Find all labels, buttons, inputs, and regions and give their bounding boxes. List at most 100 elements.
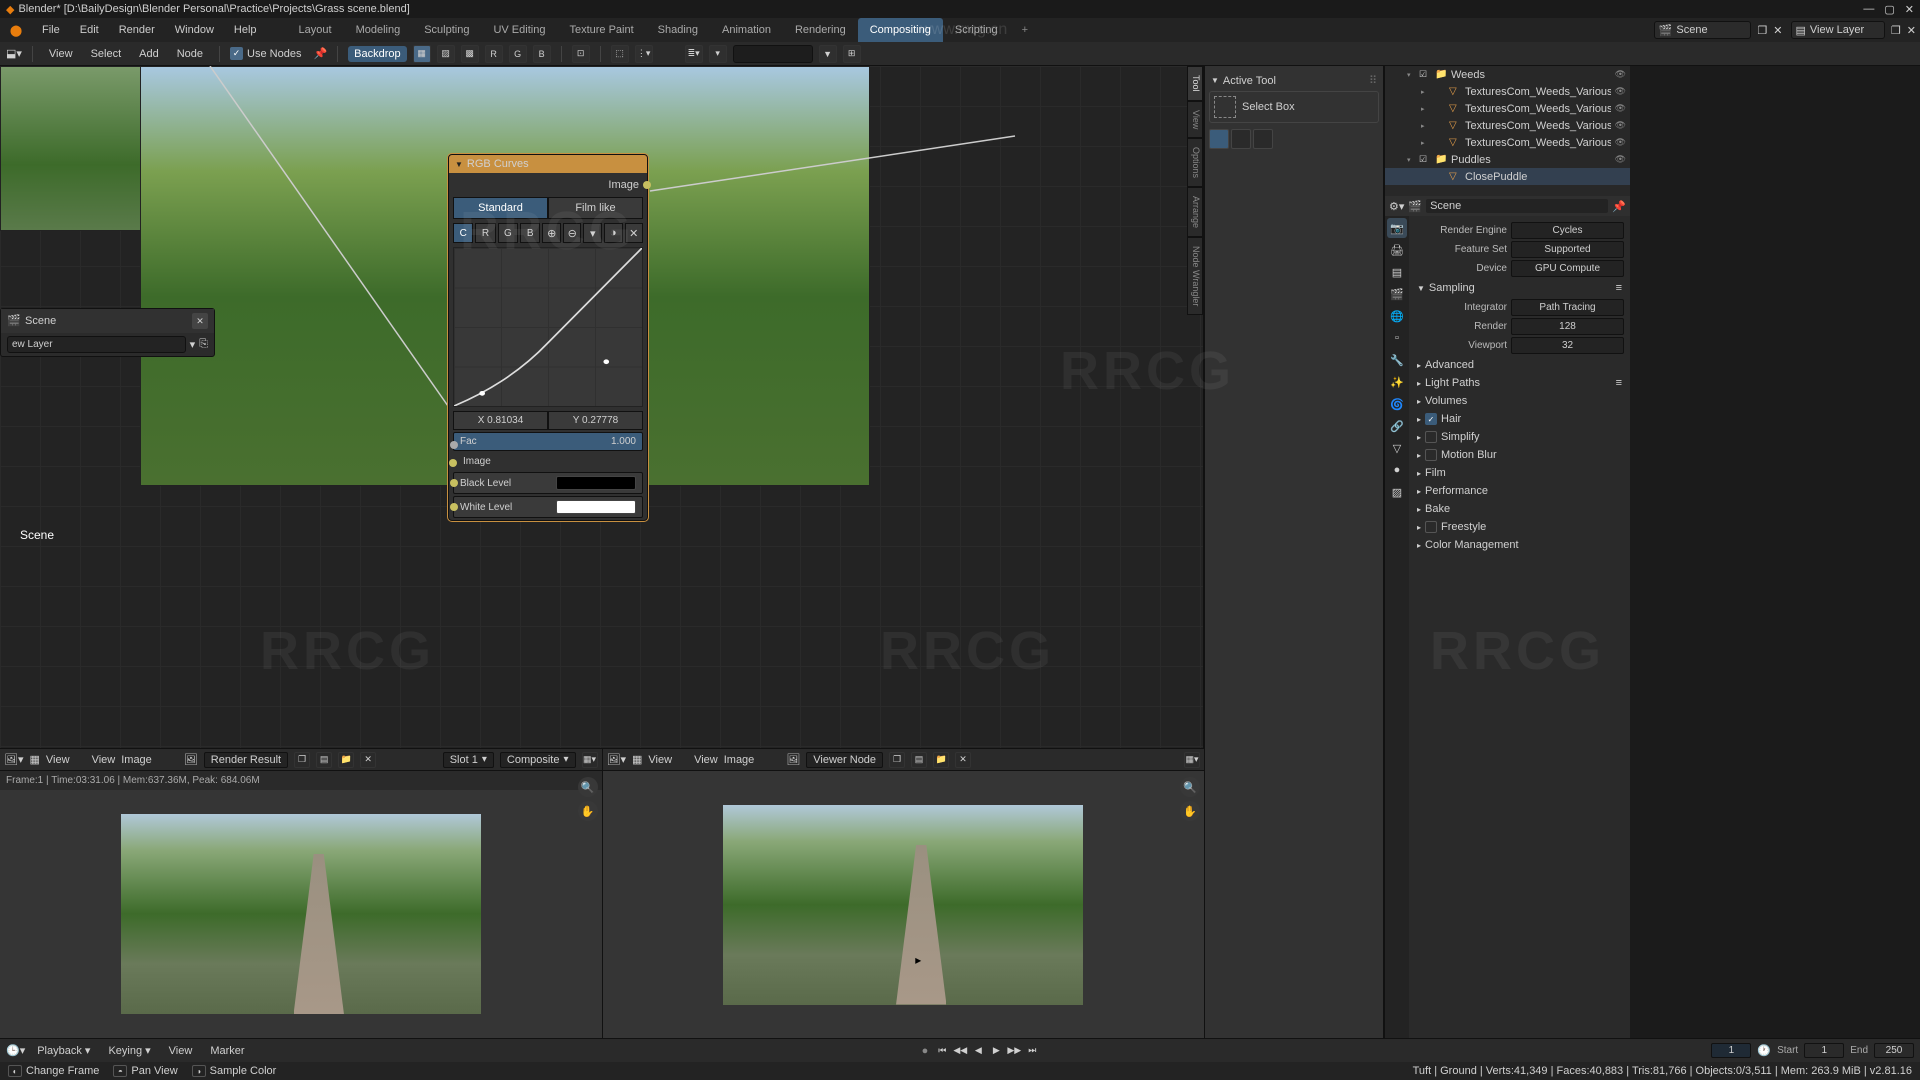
sect-lightpaths[interactable]: ▸Light Paths≡: [1415, 374, 1624, 392]
ws-animation[interactable]: Animation: [710, 18, 783, 42]
black-level-input[interactable]: Black Level: [453, 472, 643, 494]
menu-help[interactable]: Help: [224, 18, 267, 42]
active-tool-header[interactable]: ▼ Active Tool ⠿: [1209, 70, 1379, 91]
sect-bake[interactable]: ▸Bake: [1415, 500, 1624, 518]
autokey-icon[interactable]: ●: [922, 1045, 929, 1057]
tab-view[interactable]: View: [1187, 101, 1203, 138]
ws-layout[interactable]: Layout: [287, 18, 344, 42]
tab-object-icon[interactable]: ▫: [1387, 328, 1407, 348]
maximize-icon[interactable]: ▢: [1884, 3, 1894, 16]
layer-del-icon[interactable]: ✕: [1903, 24, 1920, 37]
black-swatch[interactable]: [556, 476, 636, 490]
new-icon[interactable]: ▤: [316, 752, 332, 768]
outliner-row[interactable]: ▸▽TexturesCom_Weeds_Various06_5👁: [1385, 117, 1630, 134]
img-right-canvas[interactable]: ▸: [603, 771, 1205, 1038]
channel-combined-icon[interactable]: ▦: [413, 45, 431, 63]
delete-point-icon[interactable]: ✕: [625, 223, 644, 243]
channel-color-icon[interactable]: ▨: [437, 45, 455, 63]
img-menu-image[interactable]: Image: [121, 754, 152, 766]
close-icon[interactable]: ✕: [360, 752, 376, 768]
tab-mesh-icon[interactable]: ▽: [1387, 438, 1407, 458]
channel-r[interactable]: R: [485, 45, 503, 63]
browse-icon[interactable]: ❐: [294, 752, 310, 768]
channel-b[interactable]: B: [533, 45, 551, 63]
editor-type-icon[interactable]: 🖼▾: [607, 753, 627, 766]
render-samples[interactable]: 128: [1511, 318, 1624, 335]
viewlayer-selector[interactable]: ▤ View Layer: [1791, 21, 1885, 39]
scene-del-icon[interactable]: ✕: [1769, 24, 1786, 37]
curve-x[interactable]: X 0.81034: [453, 411, 548, 430]
outliner-area[interactable]: ▾☑📁Weeds👁▸▽TexturesCom_Weeds_Various06_5…: [1385, 66, 1630, 194]
ws-shading[interactable]: Shading: [646, 18, 710, 42]
filter-icon[interactable]: ▼: [819, 45, 837, 63]
img-menu-view2[interactable]: View: [694, 754, 718, 766]
tab-physics-icon[interactable]: 🌀: [1387, 394, 1407, 414]
snap-type-icon[interactable]: ⋮▾: [635, 45, 653, 63]
layer-pin-icon[interactable]: ⎘: [199, 338, 208, 351]
channel-alpha-icon[interactable]: ▩: [461, 45, 479, 63]
outliner-row[interactable]: ▸▽TexturesCom_Weeds_Various06_5👁: [1385, 100, 1630, 117]
hdr-add[interactable]: Add: [133, 46, 165, 62]
channel-g[interactable]: G: [509, 45, 527, 63]
chevron-down-icon[interactable]: ▾: [190, 338, 196, 351]
hdr-view[interactable]: View: [43, 46, 79, 62]
sect-freestyle[interactable]: ▸Freestyle: [1415, 518, 1624, 536]
img-menu-view2[interactable]: View: [92, 754, 116, 766]
curve-widget[interactable]: [453, 247, 643, 407]
ws-add[interactable]: +: [1010, 18, 1040, 42]
open-icon[interactable]: 📁: [338, 752, 354, 768]
ws-modeling[interactable]: Modeling: [344, 18, 413, 42]
sect-colormgmt[interactable]: ▸Color Management: [1415, 536, 1624, 554]
outliner-row[interactable]: ▾☑📁Puddles👁: [1385, 151, 1630, 168]
next-key-icon[interactable]: ▶▶: [1006, 1043, 1022, 1059]
hand-icon[interactable]: ✋: [578, 801, 598, 821]
tab-tool[interactable]: Tool: [1187, 66, 1203, 101]
snap-icon[interactable]: ⬚: [611, 45, 629, 63]
layer-new-icon[interactable]: ❐: [1889, 24, 1903, 37]
blender-logo-icon[interactable]: ⬤: [6, 20, 26, 40]
display-icon[interactable]: ▦▾: [1184, 752, 1200, 768]
chan-b[interactable]: B: [520, 223, 540, 243]
sync-icon[interactable]: 🕐: [1757, 1044, 1771, 1057]
outliner-row[interactable]: ▸▽TexturesCom_Weeds_Various06_5👁: [1385, 134, 1630, 151]
editor-type-icon[interactable]: ⬓▾: [6, 47, 22, 60]
close-icon[interactable]: ✕: [955, 752, 971, 768]
pin-icon[interactable]: 📌: [313, 47, 327, 60]
outliner-type-icon[interactable]: ≣▾: [685, 45, 703, 63]
fac-input[interactable]: Fac 1.000: [453, 432, 643, 451]
viewport-samples[interactable]: 32: [1511, 337, 1624, 354]
sect-volumes[interactable]: ▸Volumes: [1415, 392, 1624, 410]
pass-select[interactable]: Composite ▾: [500, 752, 576, 768]
tab-viewlayer-icon[interactable]: ▤: [1387, 262, 1407, 282]
tab-texture-icon[interactable]: ▨: [1387, 482, 1407, 502]
end-frame[interactable]: 250: [1874, 1043, 1914, 1058]
current-frame[interactable]: 1: [1711, 1043, 1751, 1058]
zoom-fit-icon[interactable]: ⊡: [572, 45, 590, 63]
tab-output-icon[interactable]: 🖨: [1387, 240, 1407, 260]
outliner-row[interactable]: ▸▽TexturesCom_Weeds_Various06_5👁: [1385, 83, 1630, 100]
tab-standard[interactable]: Standard: [453, 197, 548, 219]
preset-icon[interactable]: ≡: [1616, 282, 1622, 294]
tab-render-icon[interactable]: 📷: [1387, 218, 1407, 238]
viewlayer-field[interactable]: ew Layer: [7, 336, 186, 353]
img-menu-image[interactable]: Image: [724, 754, 755, 766]
output-socket[interactable]: [643, 181, 651, 189]
scene-name[interactable]: Scene: [1426, 199, 1608, 213]
scene-new-icon[interactable]: ❐: [1755, 24, 1769, 37]
chan-c[interactable]: C: [453, 223, 473, 243]
scene-selector[interactable]: 🎬 Scene: [1654, 21, 1752, 39]
mode-icon[interactable]: ▦: [30, 753, 40, 766]
hdr-node[interactable]: Node: [171, 46, 209, 62]
tab-modifier-icon[interactable]: 🔧: [1387, 350, 1407, 370]
tab-material-icon[interactable]: ●: [1387, 460, 1407, 480]
prev-key-icon[interactable]: ◀◀: [952, 1043, 968, 1059]
integrator-select[interactable]: Path Tracing: [1511, 299, 1624, 316]
ws-texpaint[interactable]: Texture Paint: [557, 18, 645, 42]
sect-sampling[interactable]: ▼Sampling≡: [1415, 279, 1624, 297]
open-icon[interactable]: 📁: [933, 752, 949, 768]
play-icon[interactable]: ▶: [988, 1043, 1004, 1059]
outliner-search[interactable]: [733, 45, 813, 63]
tab-options[interactable]: Options: [1187, 138, 1203, 187]
menu-render[interactable]: Render: [109, 18, 165, 42]
tab-constraint-icon[interactable]: 🔗: [1387, 416, 1407, 436]
